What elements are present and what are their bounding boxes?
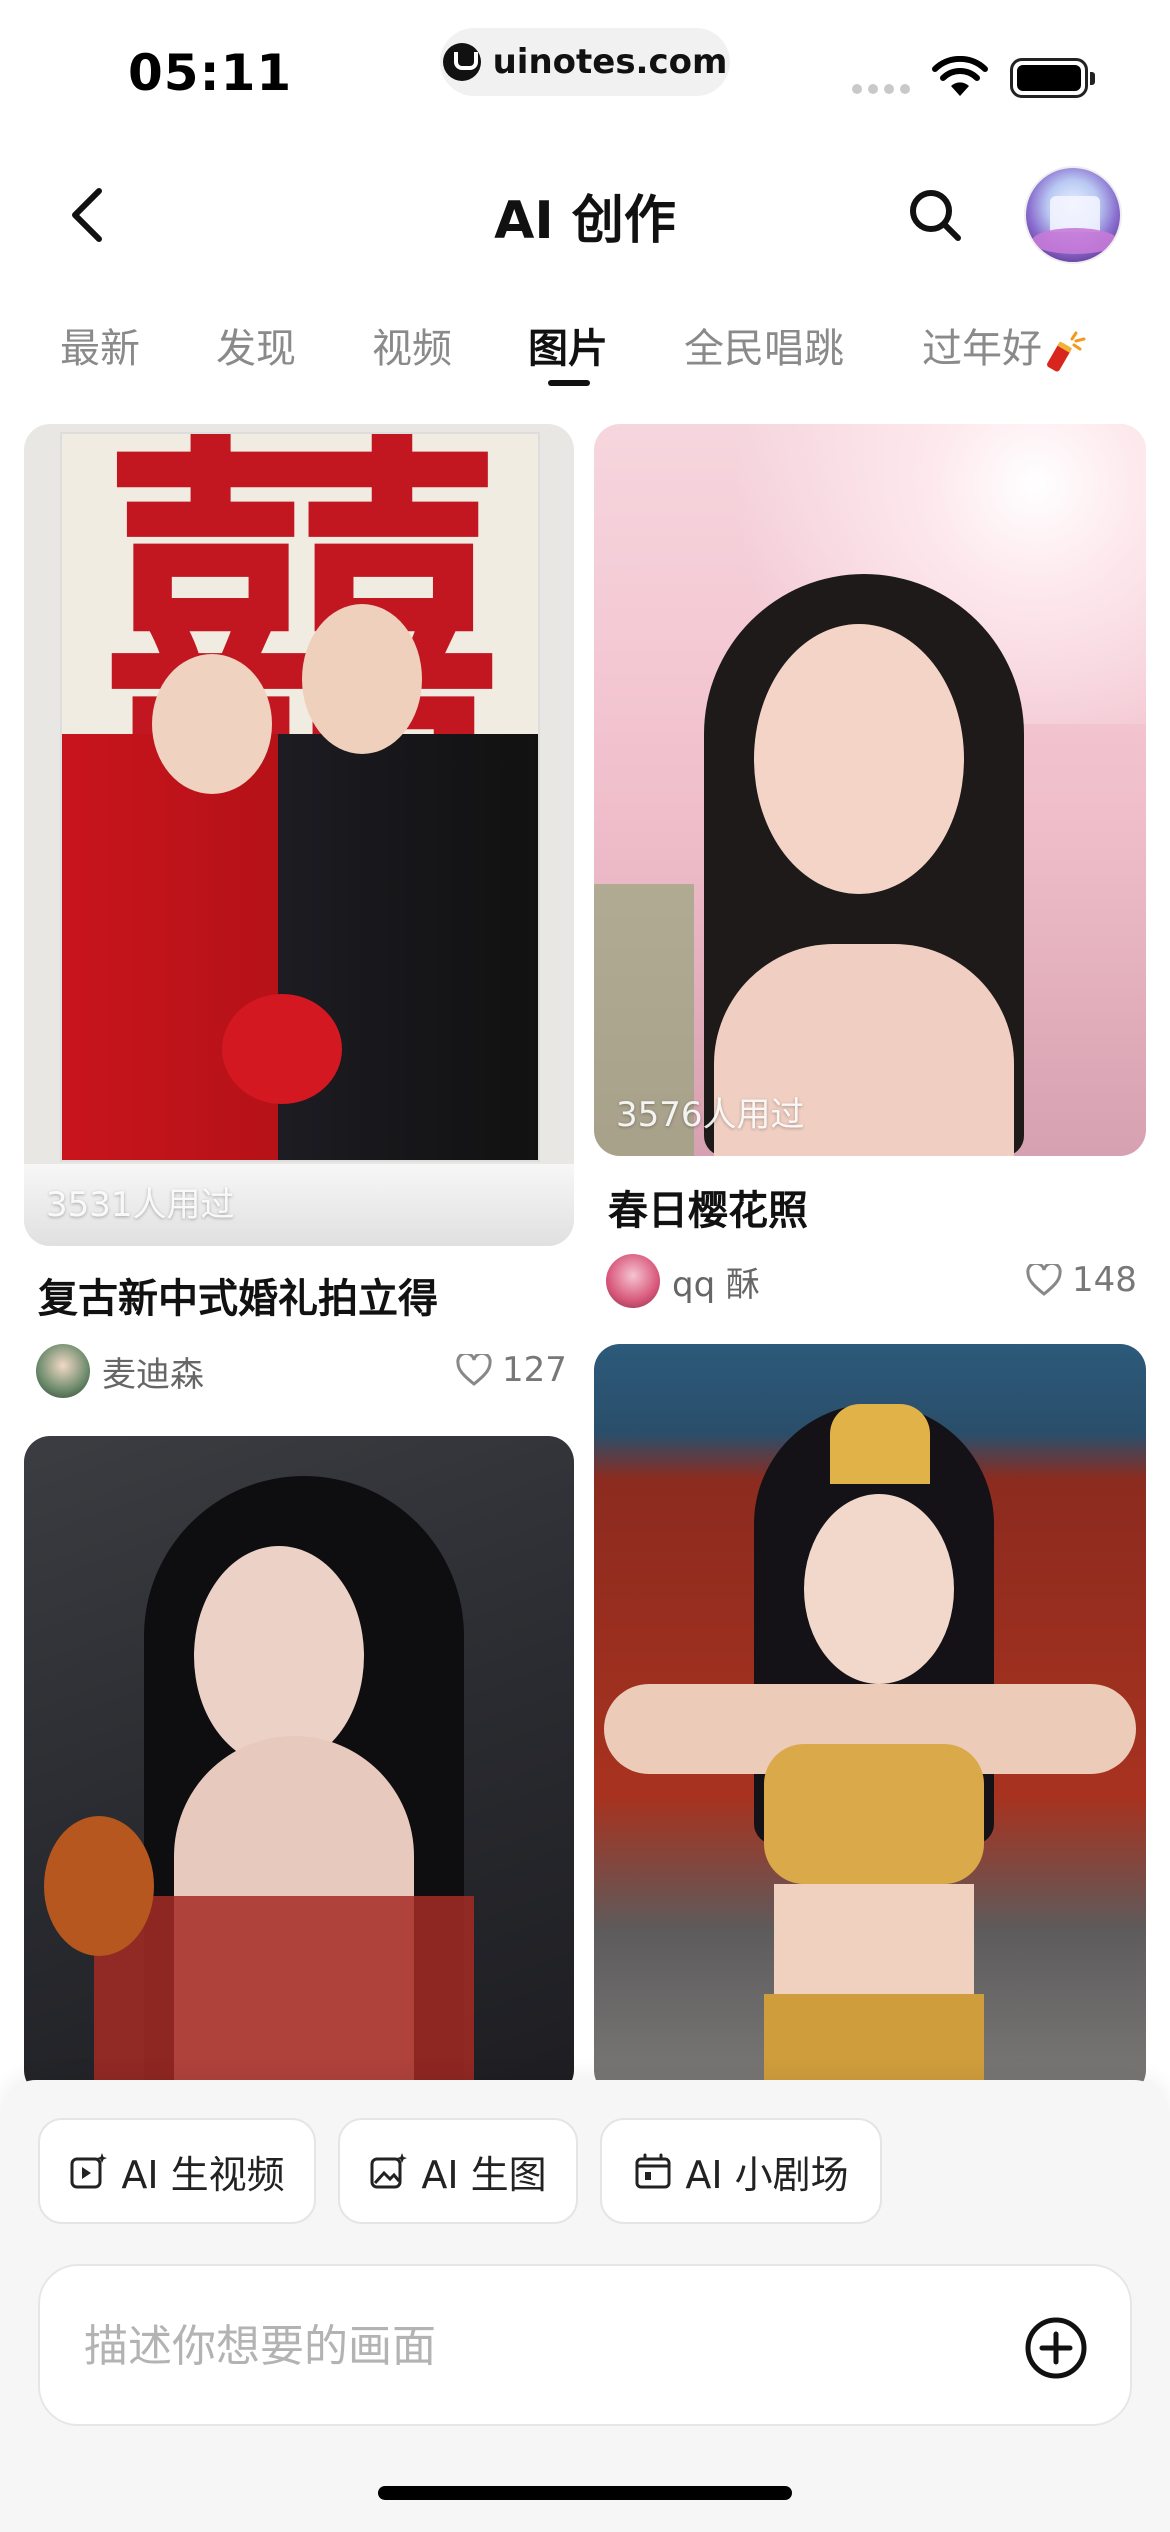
ai-theater-button[interactable]: AI 小剧场 — [600, 2118, 882, 2224]
heart-icon — [1026, 1264, 1062, 1296]
ai-theater-label: AI 小剧场 — [685, 2152, 849, 2197]
url-pill[interactable]: uinotes.com — [440, 28, 730, 96]
tab-latest[interactable]: 最新 — [60, 316, 140, 374]
app-header: AI 创作 — [0, 150, 1170, 280]
uses-count: 3531人用过 — [46, 1185, 235, 1225]
wedding-photo: 囍 — [60, 432, 540, 1162]
image-sparkle-icon — [370, 2153, 408, 2189]
card-title[interactable]: 春日樱花照 — [608, 1178, 808, 1236]
like-count: 148 — [1072, 1260, 1137, 1300]
ai-video-button[interactable]: AI 生视频 — [38, 2118, 316, 2224]
firecracker-icon — [1047, 331, 1086, 372]
status-bar: 05:11 uinotes.com — [0, 0, 1170, 130]
author-name: qq 酥 — [672, 1264, 760, 1305]
like-button[interactable]: 148 — [1026, 1260, 1137, 1300]
prompt-input-container — [38, 2264, 1132, 2426]
creation-panel: AI 生视频 AI 生图 AI 小剧场 — [0, 2080, 1170, 2532]
user-avatar[interactable] — [1024, 166, 1122, 264]
author-name: 麦迪森 — [102, 1354, 204, 1395]
card-image-dancer[interactable] — [594, 1344, 1146, 2096]
ai-image-label: AI 生图 — [421, 2152, 547, 2197]
video-sparkle-icon — [70, 2153, 108, 2189]
uses-count: 3576人用过 — [616, 1095, 805, 1135]
site-logo-icon — [442, 43, 481, 81]
tab-new-year[interactable]: 过年好 — [922, 316, 1090, 374]
category-tabs: 最新 发现 视频 图片 全民唱跳 过年好 — [0, 300, 1170, 400]
card-author[interactable]: qq 酥 — [606, 1254, 760, 1308]
wifi-icon — [932, 56, 988, 96]
status-time: 05:11 — [128, 44, 293, 102]
tab-image[interactable]: 图片 — [528, 316, 608, 374]
heart-icon — [456, 1354, 492, 1386]
theater-icon — [635, 2153, 671, 2189]
plus-icon[interactable] — [1024, 2316, 1088, 2380]
author-avatar — [36, 1344, 90, 1398]
cellular-signal-icon — [852, 84, 910, 94]
card-author[interactable]: 麦迪森 — [36, 1344, 204, 1398]
page-title: AI 创作 — [494, 191, 676, 251]
active-tab-indicator — [548, 380, 590, 386]
author-avatar — [606, 1254, 660, 1308]
ai-video-label: AI 生视频 — [121, 2152, 285, 2197]
card-image-sakura[interactable]: 3576人用过 — [594, 424, 1146, 1156]
ai-image-button[interactable]: AI 生图 — [338, 2118, 578, 2224]
prompt-input[interactable] — [84, 2306, 984, 2386]
search-icon — [910, 190, 961, 241]
tab-new-year-label: 过年好 — [922, 326, 1042, 372]
url-text: uinotes.com — [492, 42, 728, 82]
card-image-warrior[interactable] — [24, 1436, 574, 2096]
tab-discover[interactable]: 发现 — [216, 316, 296, 374]
card-image-wedding[interactable]: 囍 3531人用过 — [24, 424, 574, 1246]
like-button[interactable]: 127 — [456, 1350, 567, 1390]
search-button[interactable] — [900, 180, 970, 250]
card-title[interactable]: 复古新中式婚礼拍立得 — [38, 1266, 438, 1324]
battery-icon — [1010, 58, 1095, 98]
like-count: 127 — [502, 1350, 567, 1390]
home-indicator — [378, 2486, 792, 2500]
tab-video[interactable]: 视频 — [372, 316, 452, 374]
tab-sing-dance[interactable]: 全民唱跳 — [684, 316, 844, 374]
